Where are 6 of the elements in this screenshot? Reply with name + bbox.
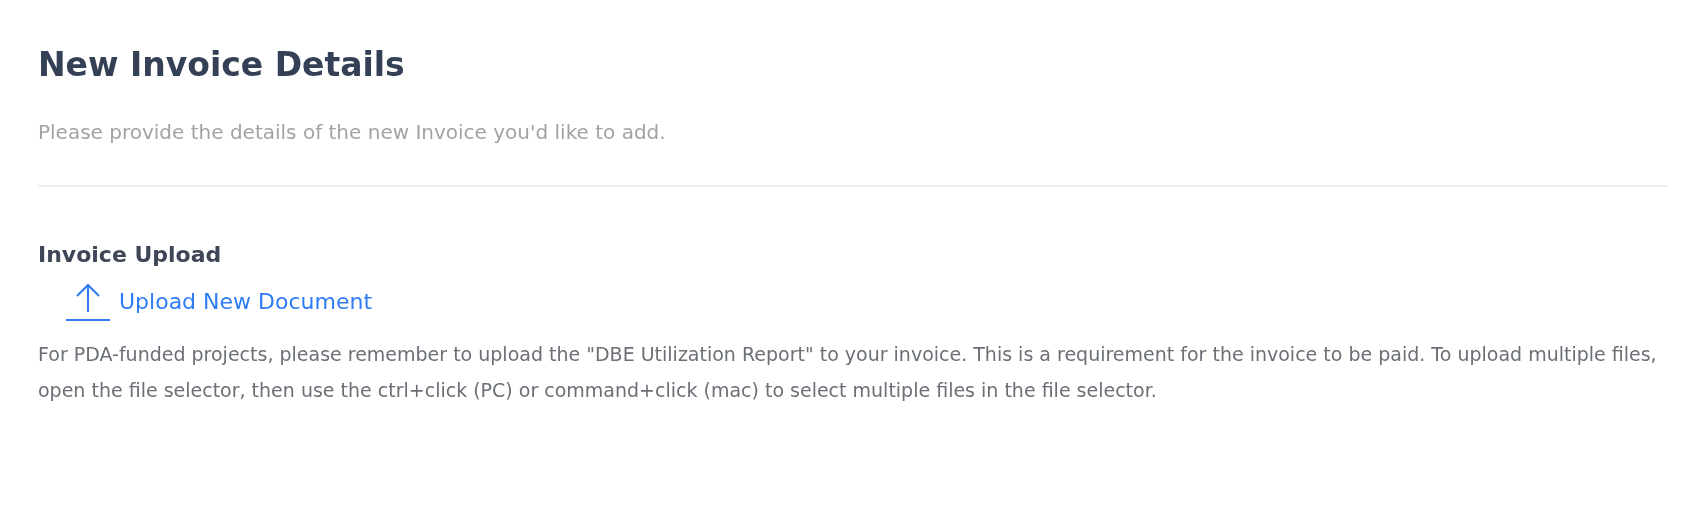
section-heading: Invoice Upload: [38, 241, 222, 269]
upload-icon: [65, 282, 111, 322]
upload-link[interactable]: Upload New Document: [119, 287, 373, 317]
upload-note: For PDA-funded projects, please remember to upload the "DBE Utilization Report" to your invoice. This is a requirement for the invoice to be paid. To upload multiple files, open the file selector, then use the ctrl+click (PC) or command+click (mac) to select multiple files in the file selector.: [38, 342, 1658, 403]
page-title: New Invoice Details: [38, 44, 405, 86]
page-subtitle: Please provide the details of the new Invoice you'd like to add.: [38, 119, 666, 146]
